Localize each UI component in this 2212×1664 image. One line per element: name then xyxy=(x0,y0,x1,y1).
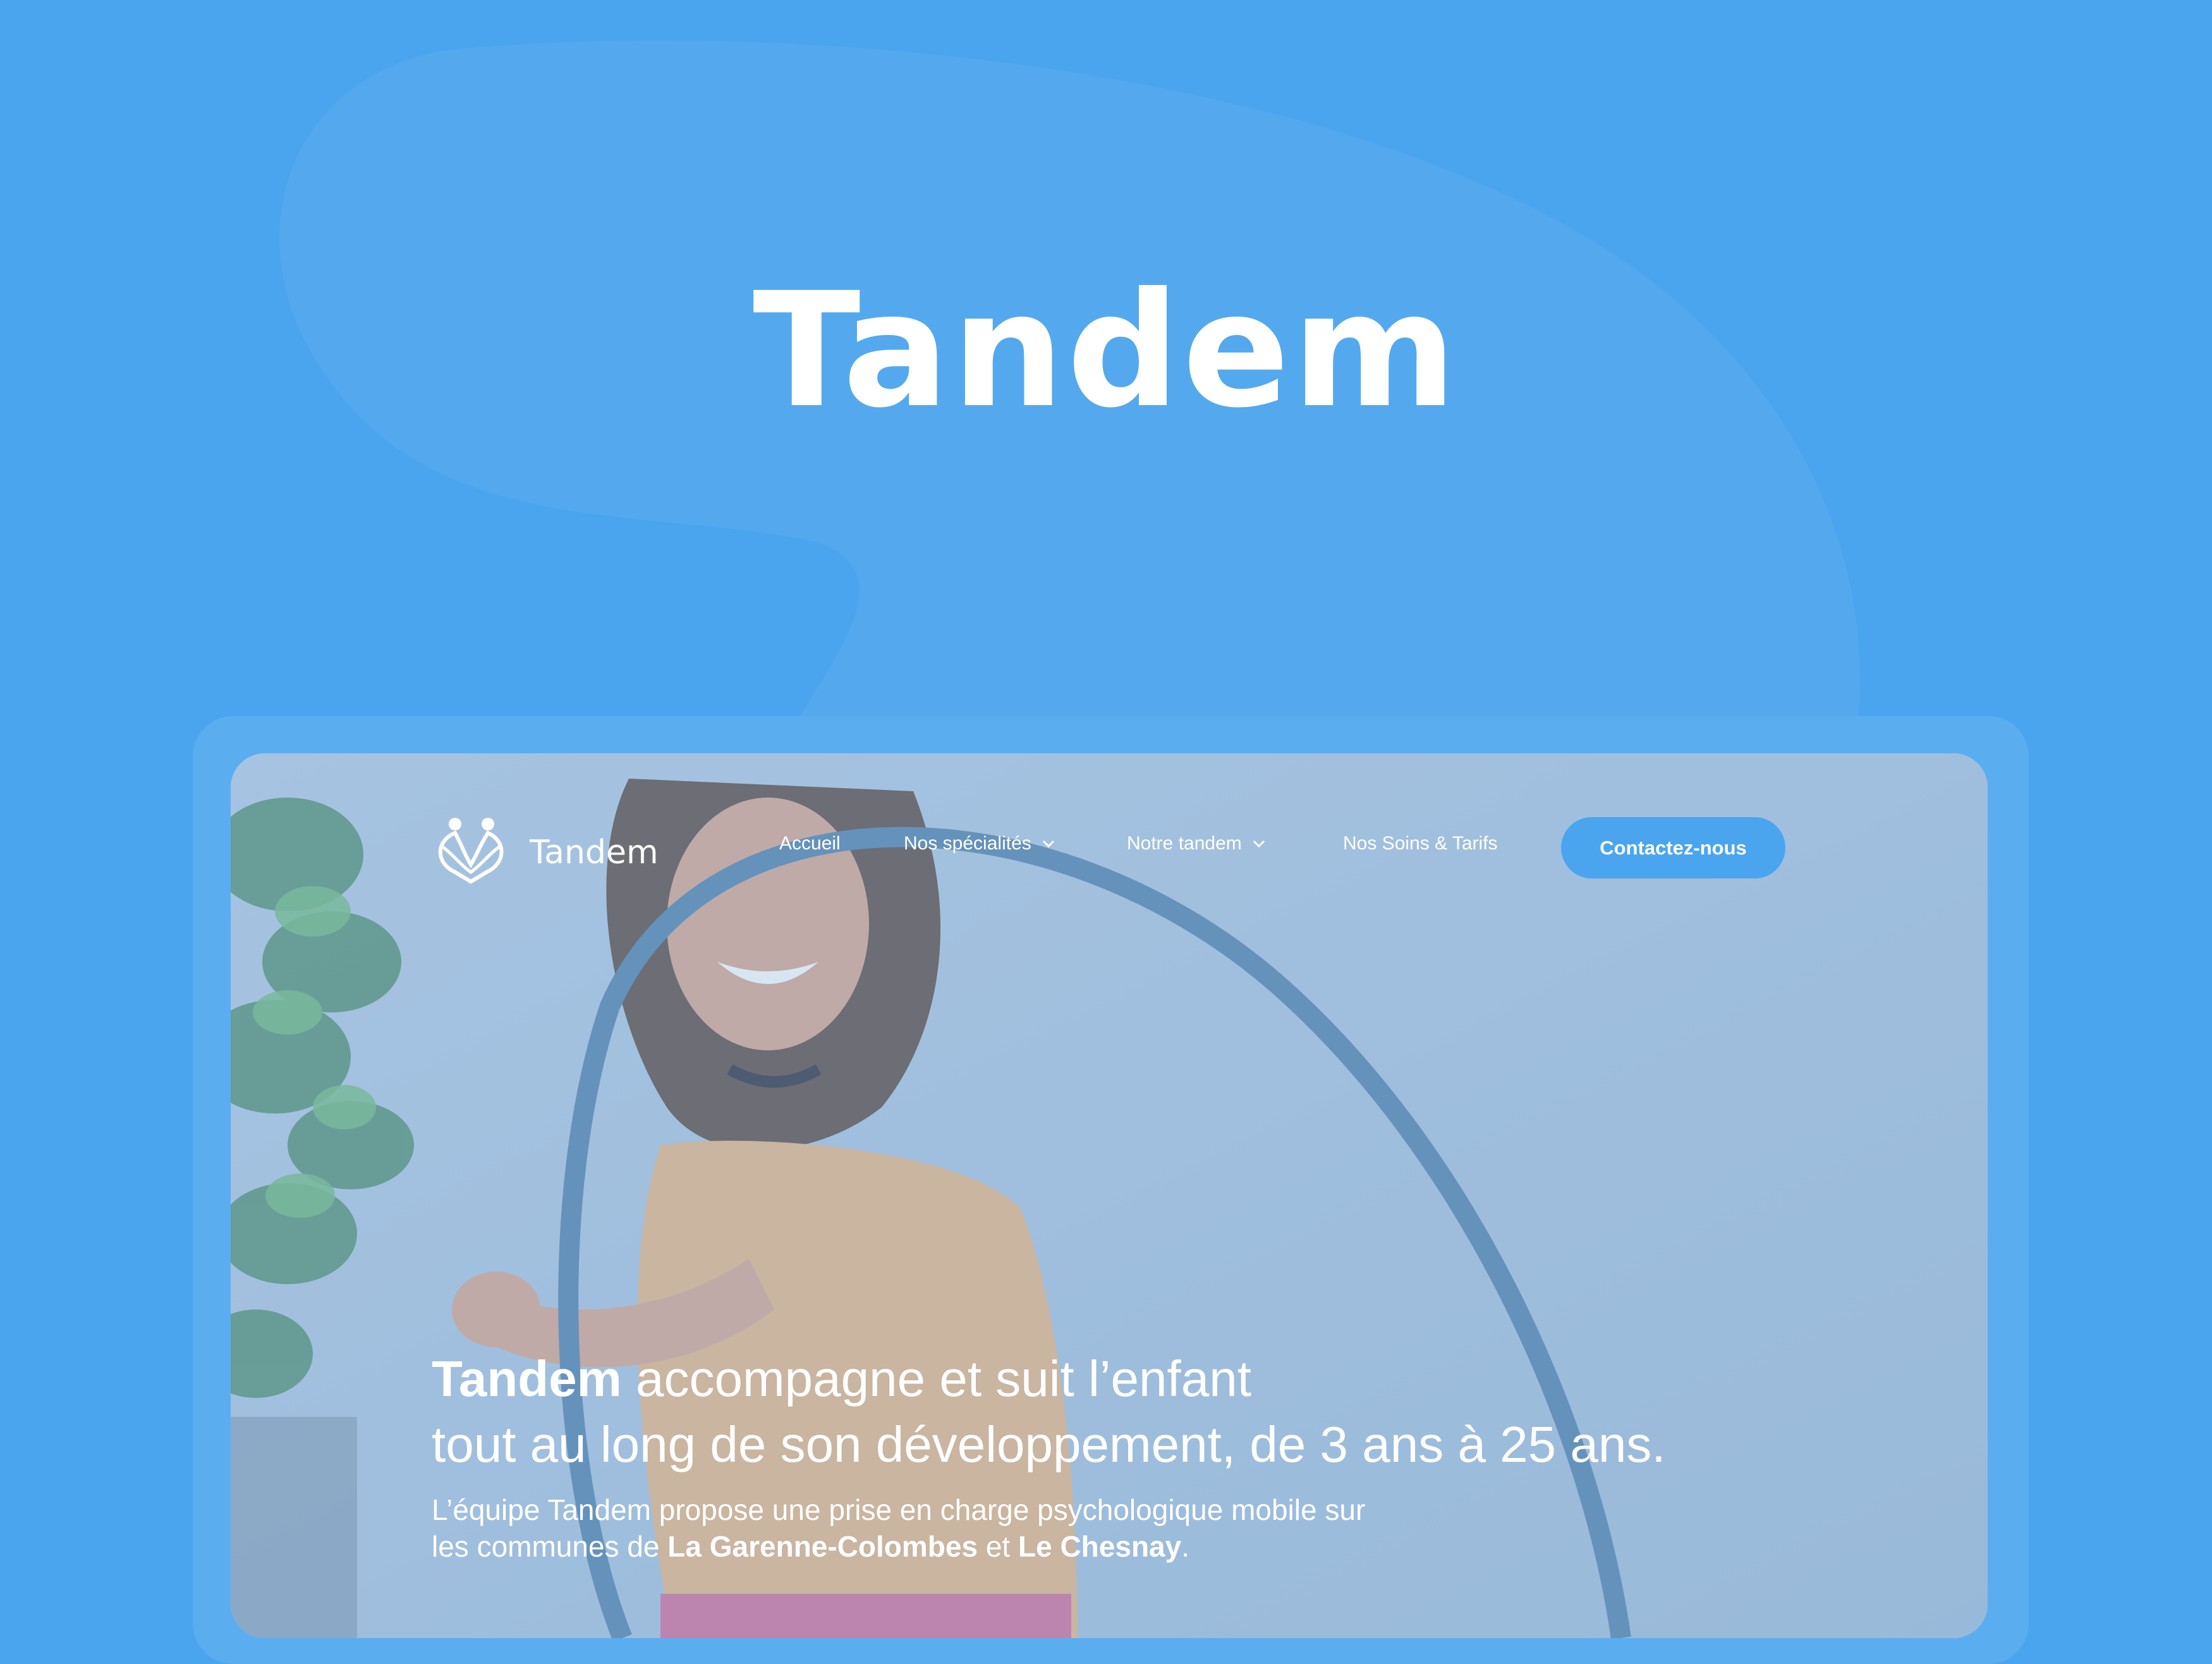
hero-town-1: La Garenne-Colombes xyxy=(667,1530,978,1563)
page-title: Tandem xyxy=(753,258,1459,442)
nav-home-label: Accueil xyxy=(779,833,841,854)
nav-care-link[interactable]: Nos Soins & Tarifs xyxy=(1343,834,1498,853)
site-navbar: Tandem Accueil Nos spécialités Notre tan… xyxy=(231,753,1988,884)
nav-team-dropdown[interactable]: Notre tandem xyxy=(1127,834,1266,853)
hero-sub-line2: les communes de La Garenne-Colombes et L… xyxy=(432,1528,1696,1565)
hero-subtitle: L’équipe Tandem propose une prise en cha… xyxy=(432,1491,1696,1565)
chevron-down-icon xyxy=(1253,840,1265,848)
nav-care-label: Nos Soins & Tarifs xyxy=(1343,833,1498,854)
hero-heading-line2: tout au long de son développement, de 3 … xyxy=(432,1416,1666,1473)
nav-specialties-label: Nos spécialités xyxy=(904,833,1031,854)
chevron-down-icon xyxy=(1042,840,1054,848)
hero-heading-line1: Tandem accompagne et suit l’enfant xyxy=(432,1346,1885,1412)
hero-brand: Tandem xyxy=(432,1351,622,1407)
hero-heading: Tandem accompagne et suit l’enfant tout … xyxy=(432,1346,1885,1478)
hero-sub-prefix: les communes de xyxy=(432,1530,668,1563)
site-logo[interactable]: Tandem xyxy=(430,815,659,885)
contact-button[interactable]: Contactez-nous xyxy=(1561,817,1785,878)
hero-sub-line1: L’équipe Tandem propose une prise en cha… xyxy=(432,1493,1366,1526)
hero-line1-rest: accompagne et suit l’enfant xyxy=(621,1351,1251,1407)
hero-sub-and: et xyxy=(978,1530,1018,1563)
nav-specialties-dropdown[interactable]: Nos spécialités xyxy=(904,834,1055,853)
logo-text: Tandem xyxy=(530,834,659,871)
hero-sub-end: . xyxy=(1181,1530,1189,1563)
nav-team-label: Notre tandem xyxy=(1127,833,1242,854)
contact-button-label: Contactez-nous xyxy=(1600,836,1747,859)
hero-town-2: Le Chesnay xyxy=(1018,1530,1182,1563)
website-screen: Tandem Accueil Nos spécialités Notre tan… xyxy=(231,753,1988,1638)
people-heart-icon xyxy=(438,818,504,884)
nav-home-link[interactable]: Accueil xyxy=(779,834,841,853)
